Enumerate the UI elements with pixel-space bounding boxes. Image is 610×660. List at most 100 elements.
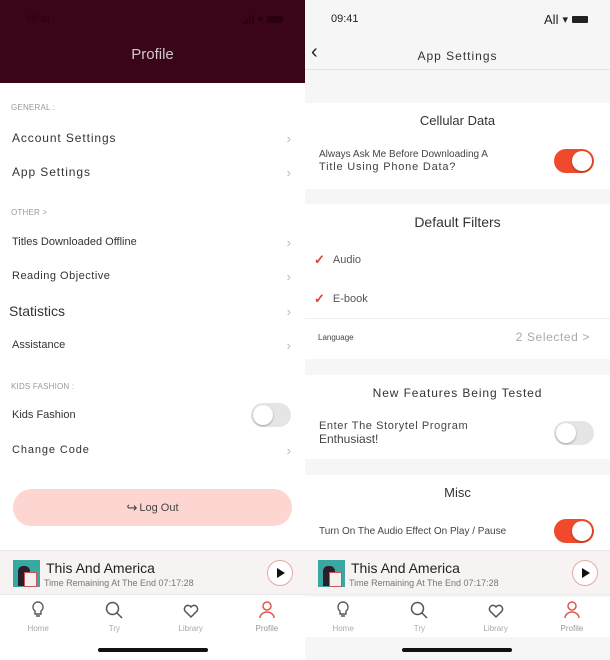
filter-label: Audio (332, 253, 362, 266)
tab-home[interactable]: Home (305, 597, 381, 637)
book-cover (318, 560, 345, 587)
chevron-right-icon: › (286, 130, 291, 146)
misc-option-row: Turn On The Audio Effect On Play / Pause (305, 511, 610, 551)
row-label: Reading Objective (12, 270, 111, 282)
row-label: Titles Downloaded Offline (12, 236, 137, 248)
option-label: Always Ask Me Before Downloading A (319, 149, 488, 160)
audio-effect-toggle[interactable] (554, 519, 594, 543)
misc-card: Misc Turn On The Audio Effect On Play / … (305, 475, 610, 550)
chevron-right-icon: › (286, 442, 291, 458)
logout-icon: ↪ (126, 499, 138, 515)
tab-profile[interactable]: Profile (229, 597, 305, 637)
tab-label: Library (178, 624, 203, 633)
section-title: Misc (444, 485, 471, 500)
status-icons: ▾ (242, 13, 283, 25)
row-account-settings[interactable]: Account Settings › (0, 121, 305, 155)
row-titles-offline[interactable]: Titles Downloaded Offline › (0, 225, 305, 259)
page-title: Profile (131, 46, 174, 63)
status-bar: 09:41 All ▾ (331, 12, 588, 27)
row-label: Kids Fashion (12, 409, 76, 421)
chevron-right-icon: › (286, 164, 291, 180)
tab-library[interactable]: Library (458, 597, 534, 637)
checkmark-icon: ✓ (314, 290, 325, 306)
tab-home[interactable]: Home (0, 597, 76, 637)
row-label: Statistics (9, 303, 66, 319)
heart-icon (488, 604, 503, 619)
chevron-right-icon: › (286, 234, 291, 250)
section-title: New Features Being Tested (372, 386, 543, 400)
tab-try[interactable]: Try (381, 597, 457, 637)
section-title: Default Filters (414, 214, 501, 230)
row-label: App Settings (12, 165, 91, 179)
beta-toggle[interactable] (554, 421, 594, 445)
mini-player[interactable]: This And America Time Remaining At The E… (305, 550, 610, 595)
option-label: Turn On The Audio Effect On Play / Pause (319, 525, 507, 537)
filter-ebook[interactable]: ✓ E-book (305, 279, 610, 318)
row-change-code[interactable]: Change Code › (0, 433, 305, 467)
status-time: 09:41 (26, 13, 52, 25)
filter-audio[interactable]: ✓ Audio (305, 240, 610, 279)
row-label: Account Settings (12, 131, 117, 145)
search-icon (411, 601, 428, 619)
search-icon (106, 601, 123, 619)
player-subtitle: Time Remaining At The End 07:17:28 (349, 578, 499, 588)
player-title: This And America (351, 560, 460, 576)
battery-icon (572, 15, 588, 23)
tab-bar: Home Try Library Profile (305, 597, 610, 637)
status-bar: 09:41 ▾ (26, 12, 283, 26)
heart-icon (183, 604, 198, 619)
filter-label: E-book (332, 292, 368, 305)
row-label: Assistance (12, 339, 66, 351)
row-reading-objective[interactable]: Reading Objective › (0, 259, 305, 293)
nav-header: 09:41 All ▾ ‹ App Settings (305, 0, 610, 70)
cellular-option-row: Always Ask Me Before Downloading A Title… (305, 139, 610, 183)
profile-screen: 09:41 ▾ Profile General : Account Settin… (0, 0, 305, 660)
cellular-card: Cellular Data Always Ask Me Before Downl… (305, 103, 610, 189)
cellular-toggle[interactable] (554, 149, 594, 173)
chevron-right-icon: › (286, 303, 291, 319)
section-label-other: Other > (11, 208, 48, 217)
kids-fashion-toggle[interactable] (251, 403, 291, 427)
language-row[interactable]: Language 2 Selected > (305, 318, 610, 355)
wifi-icon: ▾ (562, 13, 568, 26)
home-indicator (402, 648, 512, 652)
tab-profile[interactable]: Profile (534, 597, 610, 637)
signal-icon (242, 14, 254, 24)
tab-label: Home (332, 624, 354, 633)
option-label-2: Title Using Phone Data? (319, 161, 457, 173)
book-cover (13, 560, 40, 587)
page-title: App Settings (417, 49, 498, 63)
row-app-settings[interactable]: App Settings › (0, 155, 305, 189)
play-button[interactable] (572, 560, 598, 586)
language-value: 2 Selected > (515, 330, 590, 344)
beta-option-row: Enter The Storytel Program Enthusiast! (305, 411, 610, 455)
battery-icon (267, 15, 283, 23)
section-label-kids: Kids Fashion : (11, 382, 75, 391)
player-subtitle: Time Remaining At The End 07:17:28 (44, 578, 194, 588)
section-title: Cellular Data (419, 113, 496, 128)
tab-label: Try (108, 624, 120, 633)
logout-button[interactable]: ↪ Log Out (13, 489, 292, 526)
profile-header: 09:41 ▾ Profile (0, 0, 305, 83)
wifi-icon: ▾ (257, 13, 263, 25)
play-button[interactable] (267, 560, 293, 586)
tab-try[interactable]: Try (76, 597, 152, 637)
row-label: Change Code (12, 444, 90, 456)
chevron-right-icon: › (286, 268, 291, 284)
player-title: This And America (46, 560, 155, 576)
tab-label: Home (27, 624, 49, 633)
row-statistics[interactable]: Statistics › (0, 294, 305, 328)
chevron-right-icon: › (286, 337, 291, 353)
status-icons: All ▾ (544, 12, 588, 27)
option-label-2: Enthusiast! (319, 432, 379, 446)
tab-label: Profile (560, 624, 584, 633)
person-icon (259, 601, 275, 619)
app-settings-screen: 09:41 All ▾ ‹ App Settings Cellular Data… (305, 0, 610, 660)
language-label: Language (318, 332, 354, 342)
row-kids-fashion: Kids Fashion (0, 398, 305, 432)
tab-library[interactable]: Library (153, 597, 229, 637)
logout-label: Log Out (139, 501, 179, 514)
mini-player[interactable]: This And America Time Remaining At The E… (0, 550, 305, 595)
row-assistance[interactable]: Assistance › (0, 328, 305, 362)
checkmark-icon: ✓ (314, 251, 325, 267)
